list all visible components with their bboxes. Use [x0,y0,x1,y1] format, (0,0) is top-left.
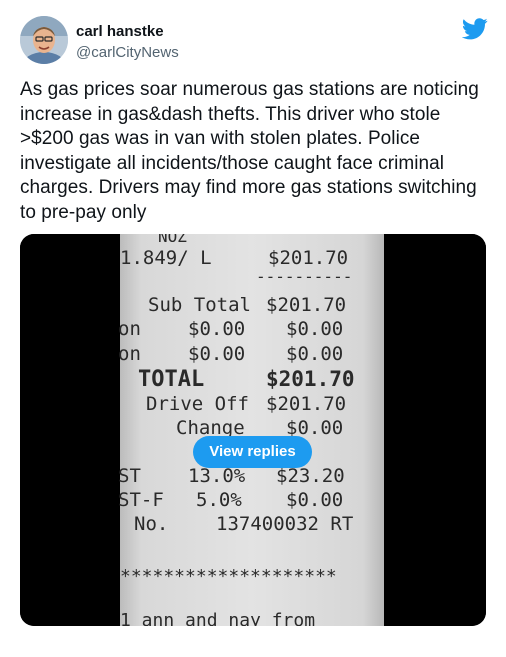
receipt-gstf-left: ST-F [118,489,164,511]
author-name[interactable]: carl hanstke [76,22,179,41]
receipt-row1-mid: $0.00 [188,318,245,340]
author-handle[interactable]: @carlCityNews [76,43,179,62]
receipt-no-label: No. [134,513,168,535]
twitter-bird-icon[interactable] [461,18,488,40]
receipt-stars: ******************** [120,566,337,587]
receipt-photo: NOZ 1.849/ L $201.70 ---------- Sub Tota… [20,234,486,626]
tweet-media[interactable]: NOZ 1.849/ L $201.70 ---------- Sub Tota… [20,234,486,626]
receipt-row2-right: $0.00 [286,343,343,365]
receipt-total-amount: $201.70 [266,367,355,391]
receipt-gst-left: ST [118,465,141,487]
receipt-price-line: 1.849/ L [120,247,212,269]
receipt-row1-left: on [118,318,141,340]
receipt-header-cut: NOZ [158,234,187,246]
receipt-subtotal-amount: $201.70 [266,294,346,316]
receipt-driveoff-amount: $201.70 [266,393,346,415]
author-block[interactable]: carl hanstke @carlCityNews [76,22,179,62]
receipt-gst-rate: 13.0% [188,465,246,487]
receipt-row2-left: on [118,343,141,365]
receipt-bottom-cut: 1 ann and nay from [120,610,315,626]
receipt-dashes: ---------- [256,267,352,286]
receipt-gst-amount: $23.20 [276,465,345,487]
receipt-no-value: 137400032 RT [216,513,353,535]
receipt-subtotal-label: Sub Total [148,294,251,316]
view-replies-button[interactable]: View replies [193,436,312,468]
receipt-gstf-rate: 5.0% [196,489,242,511]
receipt-price-amount: $201.70 [268,247,348,269]
receipt-driveoff-label: Drive Off [146,393,249,415]
receipt-row2-mid: $0.00 [188,343,245,365]
tweet-text: As gas prices soar numerous gas stations… [20,79,479,223]
avatar-image [20,16,68,64]
receipt-total-label: TOTAL [138,367,204,392]
receipt-row1-right: $0.00 [286,318,343,340]
receipt-gstf-amount: $0.00 [286,489,343,511]
avatar[interactable] [20,16,68,64]
